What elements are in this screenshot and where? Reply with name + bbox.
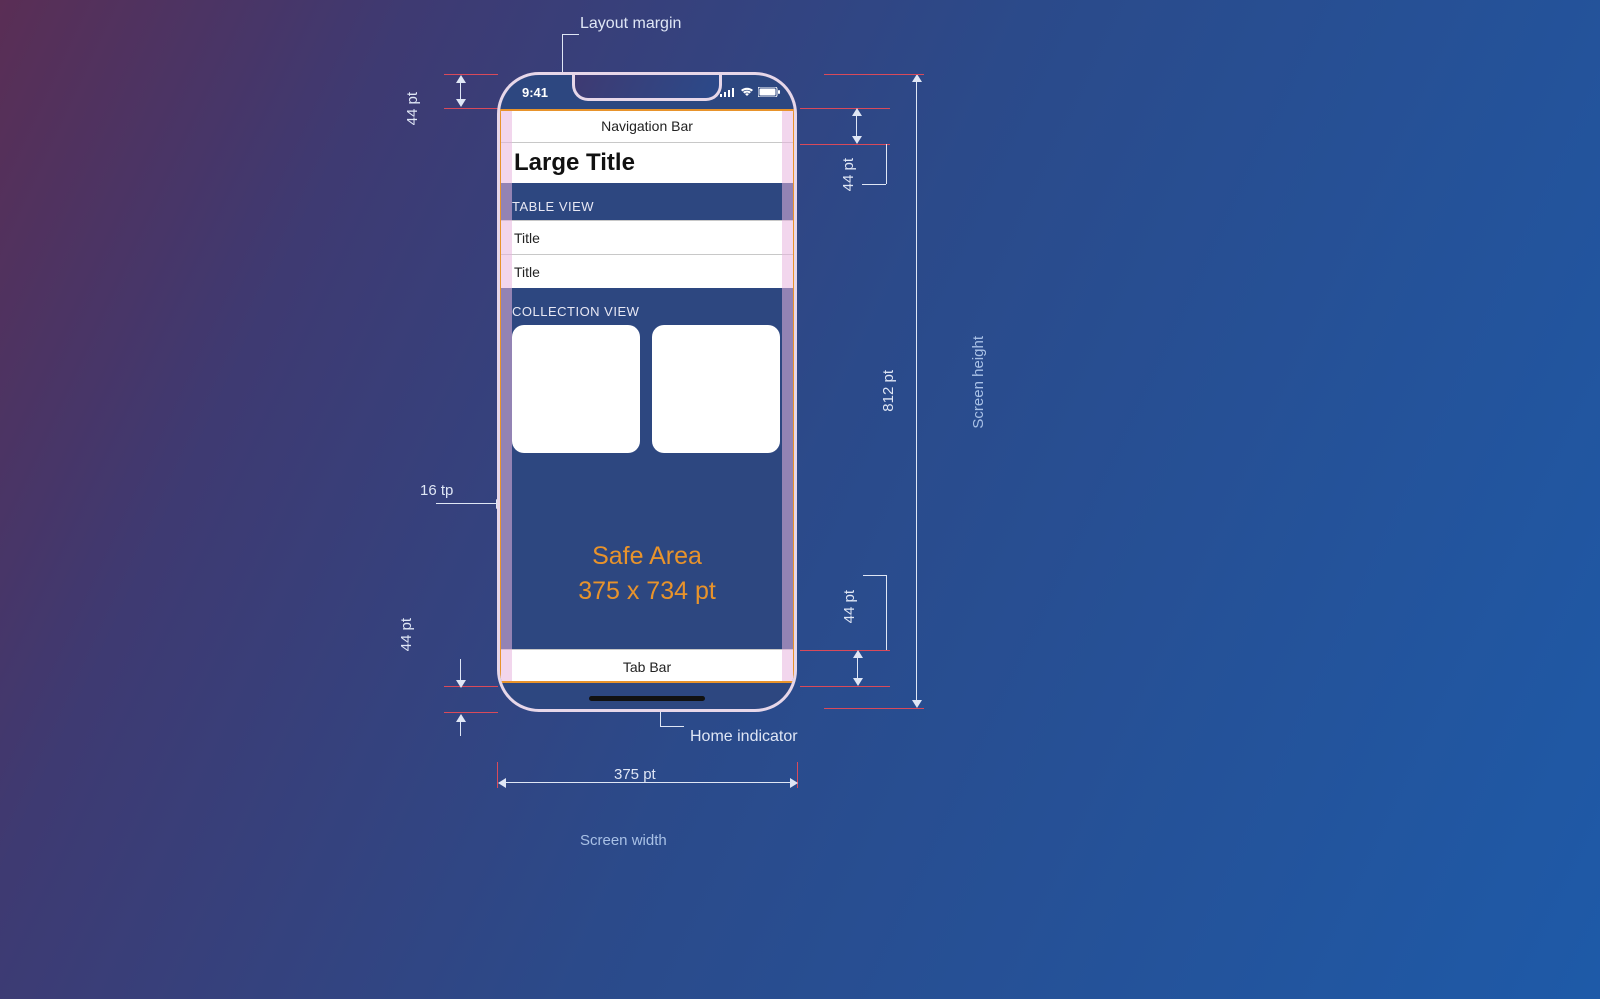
tick bbox=[800, 144, 890, 145]
callout-line bbox=[886, 144, 887, 184]
dim-screen-height: 812 pt bbox=[880, 370, 897, 412]
collection-view-header: COLLECTION VIEW bbox=[500, 288, 794, 325]
arrowhead-icon bbox=[853, 650, 863, 658]
phone-frame: 9:41 Navigation Bar Large Title bbox=[497, 72, 797, 712]
tick bbox=[800, 650, 890, 651]
tick bbox=[444, 108, 498, 109]
dim-nav-bar: 44 pt bbox=[840, 158, 857, 191]
table-view-header: TABLE VIEW bbox=[500, 183, 794, 220]
arrowhead-icon bbox=[853, 678, 863, 686]
arrow-vert bbox=[857, 657, 858, 679]
diagram-stage: Layout margin 44 pt 44 pt 44 pt 44 pt 16… bbox=[0, 0, 1600, 999]
tab-bar-label: Tab Bar bbox=[623, 659, 671, 675]
arrow-vert bbox=[460, 659, 461, 681]
arrowhead-icon bbox=[456, 680, 466, 688]
label-screen-width: Screen width bbox=[580, 832, 667, 849]
arrowhead-icon bbox=[790, 778, 798, 788]
arrow-screen-height bbox=[916, 82, 917, 700]
layout-margin-left bbox=[500, 109, 512, 683]
callout-line bbox=[660, 726, 684, 727]
callout-line bbox=[862, 184, 886, 185]
large-title-text: Large Title bbox=[514, 149, 635, 177]
table-row: Title bbox=[500, 220, 794, 254]
collection-view bbox=[500, 325, 794, 453]
arrowhead-icon bbox=[456, 75, 466, 83]
callout-line bbox=[863, 575, 886, 576]
table-row-label: Title bbox=[514, 264, 540, 280]
label-home-indicator: Home indicator bbox=[690, 728, 798, 746]
dim-screen-width: 375 pt bbox=[614, 766, 656, 783]
label-screen-height: Screen height bbox=[970, 336, 987, 429]
tick bbox=[800, 108, 890, 109]
battery-icon bbox=[758, 87, 780, 97]
tick bbox=[444, 74, 498, 75]
dim-layout-margin: 16 tp bbox=[420, 482, 453, 499]
navigation-bar: Navigation Bar bbox=[500, 109, 794, 143]
safe-area-line2: 375 x 734 pt bbox=[500, 574, 794, 609]
signal-icon bbox=[720, 87, 736, 97]
table-row-label: Title bbox=[514, 230, 540, 246]
notch bbox=[572, 75, 722, 101]
tick bbox=[444, 686, 498, 687]
collection-cell bbox=[652, 325, 780, 453]
arrowhead-icon bbox=[852, 136, 862, 144]
dim-home-indicator: 44 pt bbox=[398, 618, 415, 651]
label-layout-margin: Layout margin bbox=[580, 15, 681, 33]
tick bbox=[800, 686, 890, 687]
arrowhead-icon bbox=[456, 99, 466, 107]
tick bbox=[444, 712, 498, 713]
safe-area-line1: Safe Area bbox=[500, 539, 794, 574]
home-indicator bbox=[589, 696, 705, 701]
callout-line bbox=[886, 575, 887, 650]
arrow-vert bbox=[460, 722, 461, 736]
layout-margin-right bbox=[782, 109, 794, 683]
arrow-hor bbox=[436, 503, 496, 504]
callout-line bbox=[563, 34, 579, 35]
dim-tab-bar: 44 pt bbox=[841, 590, 858, 623]
wifi-icon bbox=[740, 87, 754, 97]
status-icons bbox=[720, 87, 780, 97]
nav-bar-label: Navigation Bar bbox=[601, 118, 693, 134]
arrow-vert bbox=[856, 115, 857, 137]
tick bbox=[824, 74, 924, 75]
arrowhead-icon bbox=[912, 700, 922, 708]
status-time: 9:41 bbox=[522, 85, 548, 100]
safe-area-label: Safe Area 375 x 734 pt bbox=[500, 539, 794, 609]
arrowhead-icon bbox=[852, 108, 862, 116]
tab-bar: Tab Bar bbox=[500, 649, 794, 683]
collection-cell bbox=[512, 325, 640, 453]
dim-status-bar: 44 pt bbox=[404, 92, 421, 125]
arrowhead-icon bbox=[456, 714, 466, 722]
arrowhead-icon bbox=[912, 74, 922, 82]
phone-content: Navigation Bar Large Title TABLE VIEW Ti… bbox=[500, 109, 794, 683]
arrow-vert bbox=[460, 82, 461, 100]
large-title: Large Title bbox=[500, 143, 794, 183]
table-row: Title bbox=[500, 254, 794, 288]
tick bbox=[824, 708, 924, 709]
arrowhead-icon bbox=[498, 778, 506, 788]
